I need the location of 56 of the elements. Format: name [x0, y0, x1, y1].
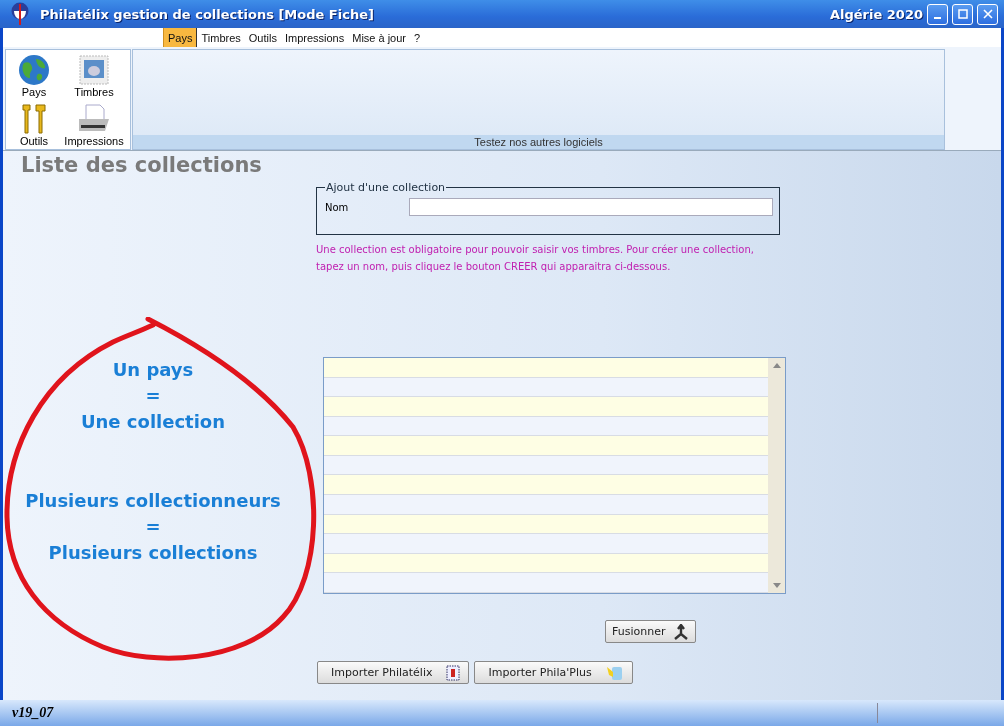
collection-list[interactable] — [323, 357, 786, 594]
scrollbar[interactable] — [768, 358, 785, 593]
annotation-text: Plusieurs collections — [48, 541, 258, 565]
stamp-icon — [78, 53, 110, 86]
toolbar-button[interactable]: Impressions — [62, 99, 126, 149]
banner-caption[interactable]: Testez nos autres logiciels — [133, 135, 944, 149]
list-row[interactable] — [324, 514, 768, 535]
page-title: Liste des collections — [20, 152, 263, 179]
balloon-logo-icon — [10, 2, 30, 26]
maximize-button[interactable] — [952, 3, 973, 25]
annotation-text: = — [145, 515, 161, 539]
list-row[interactable] — [324, 397, 768, 417]
minimize-icon — [934, 17, 941, 19]
list-row[interactable] — [324, 377, 768, 398]
scroll-down-icon — [772, 583, 781, 588]
merge-button[interactable]: Fusionner — [605, 620, 697, 643]
list-row[interactable] — [324, 436, 768, 456]
annotation-text: Un pays — [112, 358, 194, 382]
toolbar-button[interactable]: Timbres — [62, 50, 126, 100]
maximize-icon — [957, 9, 968, 19]
list-row[interactable] — [324, 455, 768, 476]
menu-item[interactable]: Impressions — [280, 28, 349, 47]
import-button[interactable]: Importer Philatélix — [317, 661, 470, 684]
merge-icon — [673, 623, 690, 640]
annotation-text: Plusieurs collectionneurs — [25, 489, 281, 513]
menu-item[interactable]: Timbres — [197, 28, 245, 47]
list-row[interactable] — [324, 573, 768, 593]
hint-text: Une collection est obligatoire pour pouvoir saisir vos timbres. Pour créer une collection, tapez un nom, puis cliquez le bouton CREER qui apparaitra ci-dessous. — [316, 243, 755, 274]
list-row[interactable] — [324, 475, 768, 496]
list-row[interactable] — [324, 358, 768, 378]
list-row[interactable] — [324, 495, 768, 515]
scroll-up-icon — [772, 363, 781, 368]
close-button[interactable] — [977, 3, 998, 25]
menu-item[interactable]: Mise à jour — [348, 28, 410, 47]
import-button[interactable]: Importer Phila'Plus — [474, 661, 633, 684]
stamp-icon — [446, 664, 461, 681]
list-row[interactable] — [324, 534, 768, 554]
annotation-text: = — [145, 384, 161, 408]
group-legend: Ajout d'une collection — [325, 181, 447, 194]
menu-item[interactable]: Pays — [163, 28, 198, 47]
toolbar-button[interactable]: Pays — [6, 50, 62, 100]
version-text: v19_07 — [11, 705, 54, 721]
menu-item[interactable]: Outils — [244, 28, 281, 47]
name-label: Nom — [325, 201, 350, 213]
window-title: Philatélix gestion de collections [Mode Fiche] — [40, 6, 374, 22]
annotation-text: Une collection — [80, 410, 226, 434]
minimize-button[interactable] — [927, 3, 948, 25]
menu-item[interactable]: ? — [410, 28, 425, 47]
wrench-icon — [20, 103, 48, 135]
globe-icon — [18, 53, 50, 86]
name-input-field[interactable] — [409, 198, 773, 216]
list-row[interactable] — [324, 416, 768, 437]
close-icon — [982, 9, 993, 19]
toolbar-button[interactable]: Outils — [6, 99, 62, 149]
list-row[interactable] — [324, 553, 768, 574]
collection-name: Algérie 2020 — [829, 6, 923, 22]
